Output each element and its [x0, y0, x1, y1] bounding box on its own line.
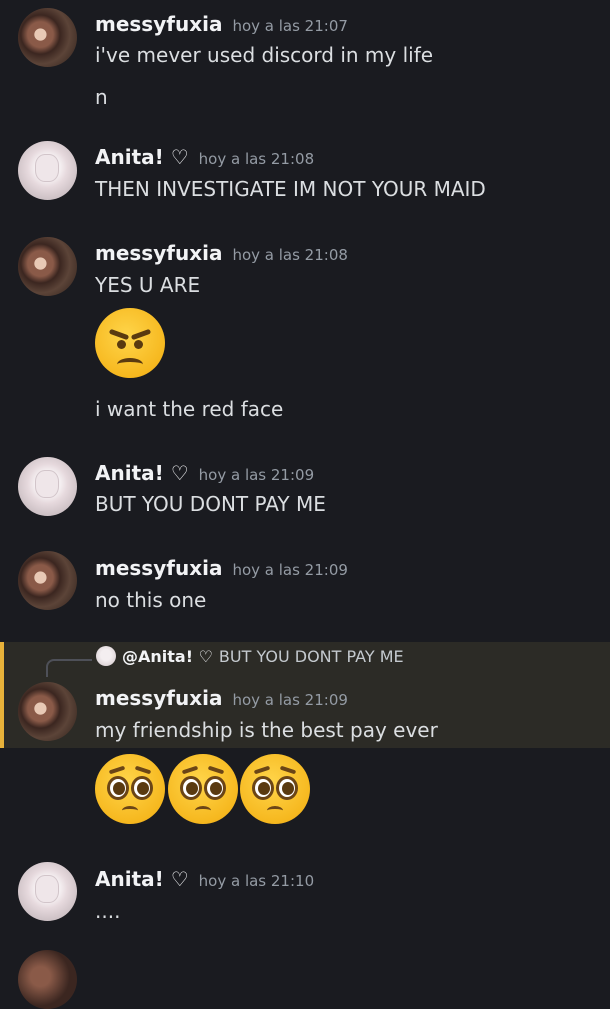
angry-face-emoji[interactable]: [95, 308, 165, 378]
message-text: THEN INVESTIGATE IM NOT YOUR MAID: [95, 177, 486, 201]
message-text: ....: [95, 899, 121, 923]
message-text: i want the red face: [95, 397, 284, 421]
author-name[interactable]: Anita! ♡: [95, 145, 189, 169]
user-avatar[interactable]: [18, 141, 77, 200]
reply-connector: [46, 659, 92, 677]
pleading-face-emoji[interactable]: [168, 754, 238, 824]
author-name[interactable]: Anita! ♡: [95, 461, 189, 485]
user-avatar[interactable]: [18, 8, 77, 67]
message-text: YES U ARE: [95, 273, 201, 297]
timestamp: hoy a las 21:09: [232, 561, 348, 579]
author-name[interactable]: messyfuxia: [95, 556, 222, 580]
timestamp: hoy a las 21:07: [232, 17, 348, 35]
user-avatar[interactable]: [18, 950, 77, 1009]
message-text: i've mever used discord in my life: [95, 43, 434, 67]
author-name[interactable]: Anita! ♡: [95, 867, 189, 891]
message-text: my friendship is the best pay ever: [95, 718, 438, 742]
user-avatar[interactable]: [18, 237, 77, 296]
reply-avatar: [96, 646, 116, 666]
timestamp: hoy a las 21:09: [198, 466, 315, 484]
reply-reference[interactable]: @Anita! ♡ BUT YOU DONT PAY ME: [96, 646, 404, 666]
timestamp: hoy a las 21:10: [198, 872, 315, 890]
pleading-face-emoji[interactable]: [95, 754, 165, 824]
message-text: BUT YOU DONT PAY ME: [95, 492, 326, 516]
reply-preview-text[interactable]: BUT YOU DONT PAY ME: [219, 647, 404, 666]
author-name[interactable]: messyfuxia: [95, 241, 222, 265]
timestamp: hoy a las 21:08: [198, 150, 315, 168]
user-avatar[interactable]: [18, 682, 77, 741]
timestamp: hoy a las 21:08: [232, 246, 348, 264]
user-avatar[interactable]: [18, 551, 77, 610]
author-name[interactable]: messyfuxia: [95, 686, 222, 710]
user-avatar[interactable]: [18, 862, 77, 921]
author-name[interactable]: messyfuxia: [95, 12, 222, 36]
timestamp: hoy a las 21:09: [232, 691, 348, 709]
message-text: no this one: [95, 588, 207, 612]
reply-mention[interactable]: @Anita! ♡: [122, 647, 213, 666]
message-text: n: [95, 85, 108, 109]
pleading-face-emoji[interactable]: [240, 754, 310, 824]
user-avatar[interactable]: [18, 457, 77, 516]
